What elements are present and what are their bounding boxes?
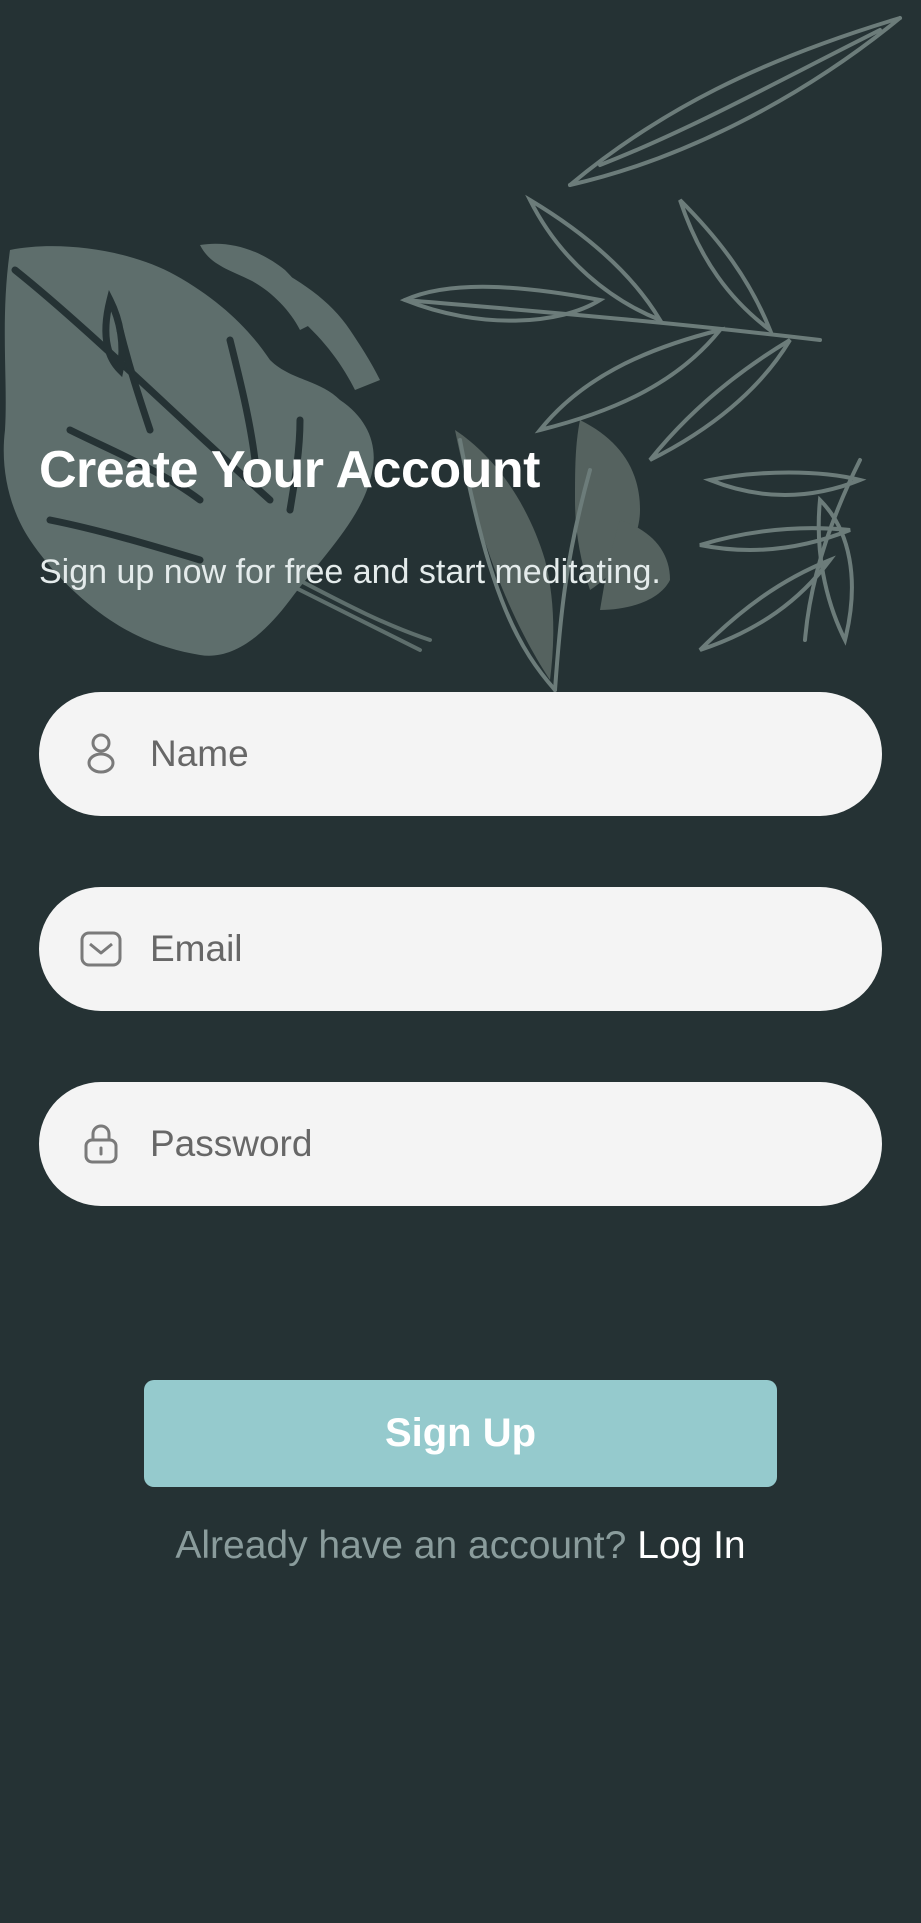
email-input[interactable]	[150, 887, 850, 1011]
signup-screen: Create Your Account Sign up now for free…	[0, 0, 921, 1923]
page-title: Create Your Account	[39, 441, 540, 499]
password-input[interactable]	[150, 1082, 850, 1206]
page-subtitle: Sign up now for free and start meditatin…	[39, 553, 661, 591]
lock-icon	[84, 1124, 118, 1164]
person-icon	[87, 733, 115, 774]
name-input[interactable]	[150, 692, 850, 816]
envelope-icon	[80, 931, 122, 967]
leaf-decoration	[3, 16, 902, 692]
login-prompt-text: Already have an account?	[175, 1524, 627, 1567]
sign-up-button[interactable]: Sign Up	[144, 1380, 777, 1487]
log-in-link[interactable]: Log In	[637, 1524, 745, 1567]
login-prompt-row: Already have an account? Log In	[0, 1524, 921, 1568]
email-field[interactable]	[39, 887, 882, 1011]
name-field[interactable]	[39, 692, 882, 816]
password-field[interactable]	[39, 1082, 882, 1206]
